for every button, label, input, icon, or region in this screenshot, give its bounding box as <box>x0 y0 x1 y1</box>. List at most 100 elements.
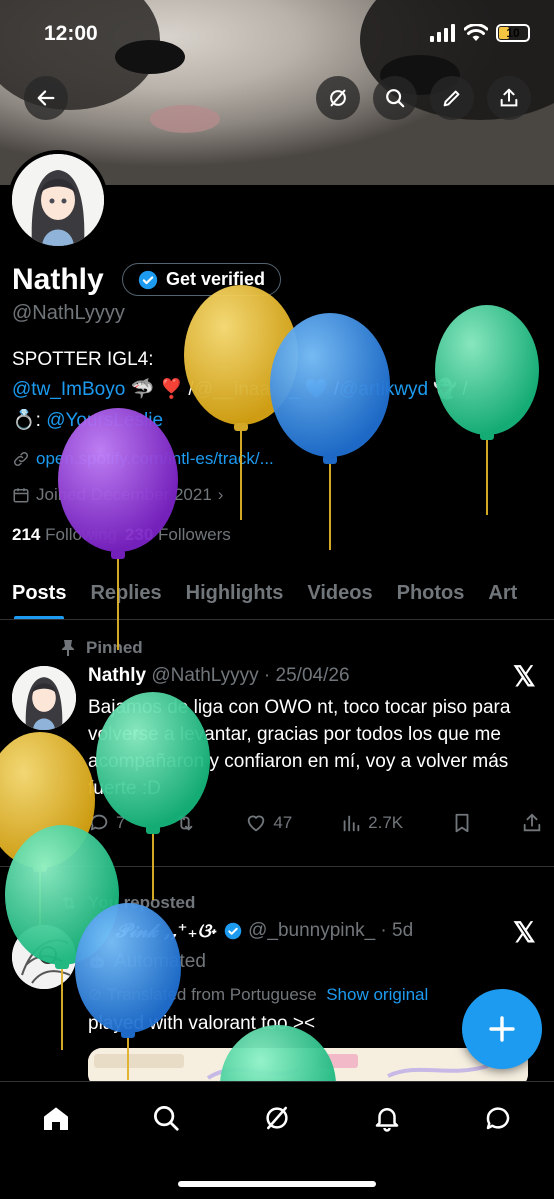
post-avatar[interactable] <box>12 925 76 989</box>
follow-stats: 214 Following 230 Followers <box>12 525 231 545</box>
pinned-text: Pinned <box>86 638 143 657</box>
status-icons: 10 <box>430 24 530 42</box>
verified-badge-icon <box>138 270 158 289</box>
post-avatar[interactable] <box>12 666 76 730</box>
post-text: Bajamos de liga con OWO nt, toco tocar p… <box>88 697 511 799</box>
reposted-label: You reposted <box>60 893 195 913</box>
repost-icon <box>62 896 76 910</box>
banner-cat-nose <box>150 105 220 133</box>
share-button[interactable] <box>487 76 531 120</box>
joined-date[interactable]: Joined December 2021 › <box>12 485 223 505</box>
following-stat[interactable]: 214 Following <box>12 525 117 545</box>
pencil-icon <box>443 90 460 107</box>
following-label: Following <box>45 525 117 544</box>
views-button[interactable]: 2.7K <box>340 812 403 834</box>
profile-name: Nathly <box>12 263 104 296</box>
back-button[interactable] <box>24 76 68 120</box>
bio-ring: 💍: <box>12 410 47 431</box>
get-verified-button[interactable]: Get verified <box>122 263 282 296</box>
banner-cat-eye <box>115 40 185 74</box>
bookmark-icon <box>455 813 469 833</box>
translation-row: ⊘ Translated from Portuguese Show origin… <box>88 985 428 1005</box>
search-profile-button[interactable] <box>373 76 417 120</box>
views-count: 2.7K <box>368 813 404 832</box>
tab-art[interactable]: Art <box>476 566 529 619</box>
grok-button[interactable] <box>316 76 360 120</box>
grok-icon <box>266 1106 288 1130</box>
tab-photos[interactable]: Photos <box>385 566 477 619</box>
nav-notifications[interactable] <box>367 1098 407 1138</box>
reposted-text: You reposted <box>88 893 196 912</box>
nav-grok[interactable] <box>257 1098 297 1138</box>
reply-icon <box>90 814 108 831</box>
post-author-handle[interactable]: @_bunnypink_ <box>248 920 375 941</box>
followers-label: Followers <box>158 525 231 544</box>
followers-stat[interactable]: 230 Followers <box>125 525 231 545</box>
home-icon <box>44 1107 68 1130</box>
battery-level: 10 <box>506 26 520 40</box>
nav-home[interactable] <box>36 1098 76 1138</box>
separator: · <box>375 920 393 941</box>
calendar-icon <box>13 488 29 503</box>
translate-icon: ⊘ <box>88 985 107 1004</box>
post-actions: 7 47 2.7K <box>88 812 543 834</box>
bio-line-1: SPOTTER IGL4: <box>12 349 154 370</box>
share-icon <box>500 88 518 107</box>
compose-post-button[interactable] <box>462 989 542 1069</box>
profile-avatar[interactable] <box>8 150 108 250</box>
post-date[interactable]: 5d <box>392 920 413 941</box>
reply-button[interactable]: 7 <box>88 812 125 834</box>
repost-button[interactable] <box>173 812 197 834</box>
anime-avatar-image <box>12 666 76 730</box>
like-button[interactable]: 47 <box>245 812 292 834</box>
bio-mention[interactable]: @YoursLeslie <box>46 410 163 431</box>
bio-emojis: 🦈 ❣️ / <box>125 379 194 400</box>
signal-icon <box>430 24 455 42</box>
post-author-name[interactable]: 𝒮. 𝒫𝒾𝓃𝓀 ,,⁺₊ଓ˖ <box>88 920 218 942</box>
balloon-green <box>435 305 539 515</box>
post-date[interactable]: 25/04/26 <box>276 665 350 686</box>
bookmark-button[interactable] <box>451 812 473 834</box>
views-icon <box>343 815 360 832</box>
nav-messages[interactable] <box>478 1098 518 1138</box>
bio-emojis: 💙 / <box>299 379 340 400</box>
home-indicator[interactable] <box>178 1181 376 1187</box>
automated-text: Automated <box>114 951 206 972</box>
post-header: Nathly @NathLyyyy · 25/04/26 <box>88 665 350 687</box>
nav-search[interactable] <box>146 1098 186 1138</box>
bot-icon <box>90 954 104 968</box>
show-original-link[interactable]: Show original <box>326 985 428 1004</box>
pin-icon <box>62 640 74 656</box>
bio-mention[interactable]: @tw_ImBoyo <box>12 379 125 400</box>
followers-count: 230 <box>124 525 154 544</box>
profile-handle: @NathLyyyy <box>12 302 125 324</box>
tab-replies[interactable]: Replies <box>78 566 173 619</box>
repost-icon <box>178 815 193 831</box>
tab-posts[interactable]: Posts <box>0 566 78 619</box>
share-post-button[interactable] <box>521 812 543 834</box>
status-time: 12:00 <box>44 22 98 45</box>
post-author-name[interactable]: Nathly <box>88 665 146 686</box>
profile-tabs: Posts Replies Highlights Videos Photos A… <box>0 566 554 620</box>
balloon-blue <box>270 313 390 550</box>
plus-icon <box>489 1016 515 1042</box>
bio-line-2: @tw_ImBoyo 🦈 ❣️ /@__inaasy_ 💙 /@artikwyd… <box>12 377 468 401</box>
tab-videos[interactable]: Videos <box>295 566 384 619</box>
automated-label: Automated <box>88 951 206 973</box>
edit-profile-button[interactable] <box>430 76 474 120</box>
post-author-handle[interactable]: @NathLyyyy <box>151 665 258 686</box>
pinned-label: Pinned <box>60 638 143 658</box>
bell-icon <box>375 1108 399 1132</box>
reply-count: 7 <box>116 813 126 832</box>
verified-badge-icon <box>224 922 242 940</box>
tab-highlights[interactable]: Highlights <box>174 566 296 619</box>
separator: · <box>258 665 276 686</box>
profile-link-text[interactable]: open.spotify.com/intl-es/track/... <box>36 449 274 469</box>
post-divider <box>0 866 554 867</box>
grok-icon <box>330 89 346 107</box>
profile-link[interactable]: open.spotify.com/intl-es/track/... <box>12 449 274 469</box>
bio-mention[interactable]: @artikwyd <box>339 379 428 400</box>
heart-icon <box>248 815 265 832</box>
bio-mention[interactable]: @__inaasy_ <box>194 379 300 400</box>
bio-line-3: 💍: @YoursLeslie <box>12 408 163 432</box>
